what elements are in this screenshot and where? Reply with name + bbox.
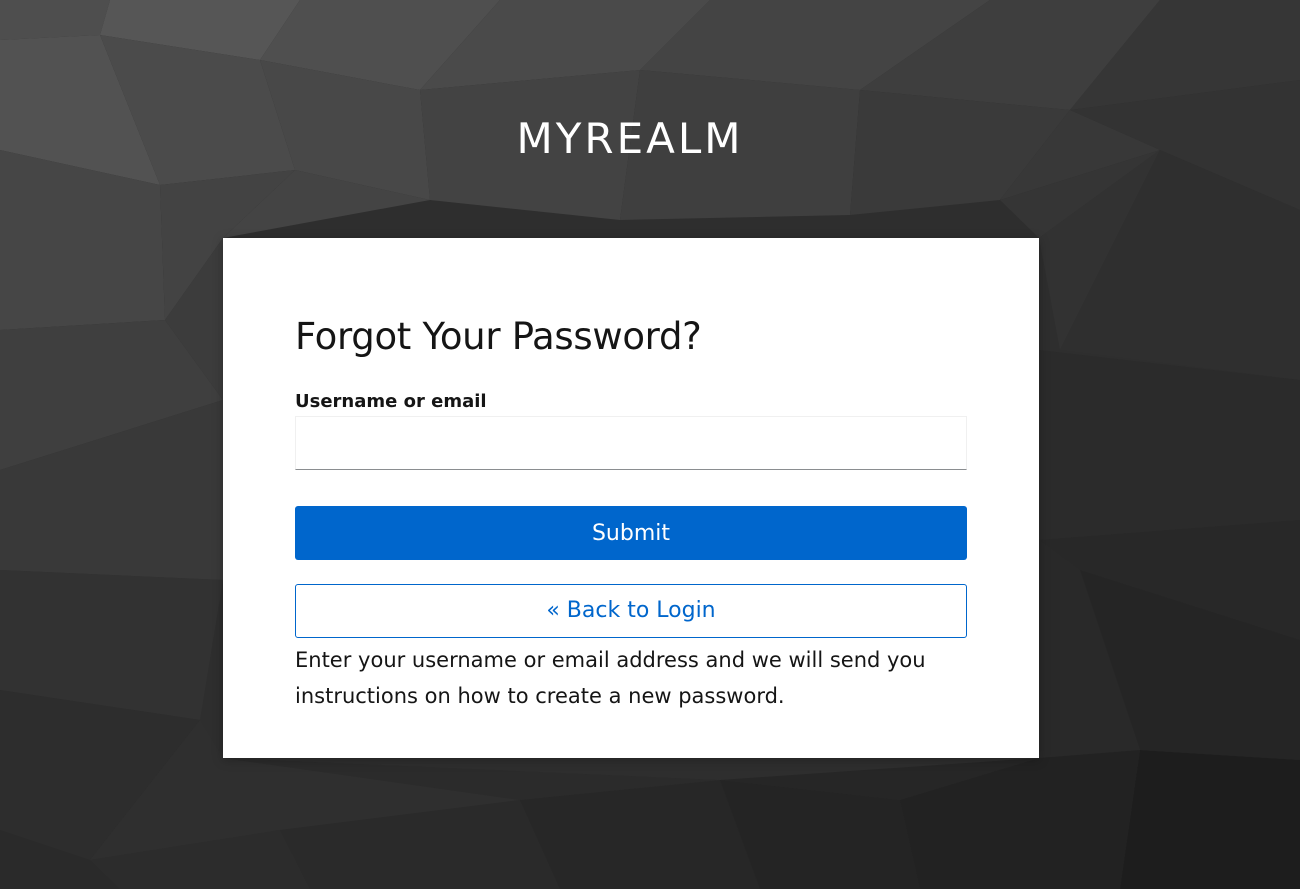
submit-button[interactable]: Submit	[295, 506, 967, 560]
forgot-password-card: Forgot Your Password? Username or email …	[223, 238, 1039, 758]
instructions-text: Enter your username or email address and…	[295, 648, 926, 708]
page-title: Forgot Your Password?	[295, 315, 702, 358]
username-label: Username or email	[295, 391, 487, 412]
username-input[interactable]	[295, 416, 967, 470]
realm-title: MYREALM	[516, 114, 744, 163]
back-to-login-button[interactable]: « Back to Login	[295, 584, 967, 638]
card-content: Forgot Your Password? Username or email …	[295, 310, 967, 714]
